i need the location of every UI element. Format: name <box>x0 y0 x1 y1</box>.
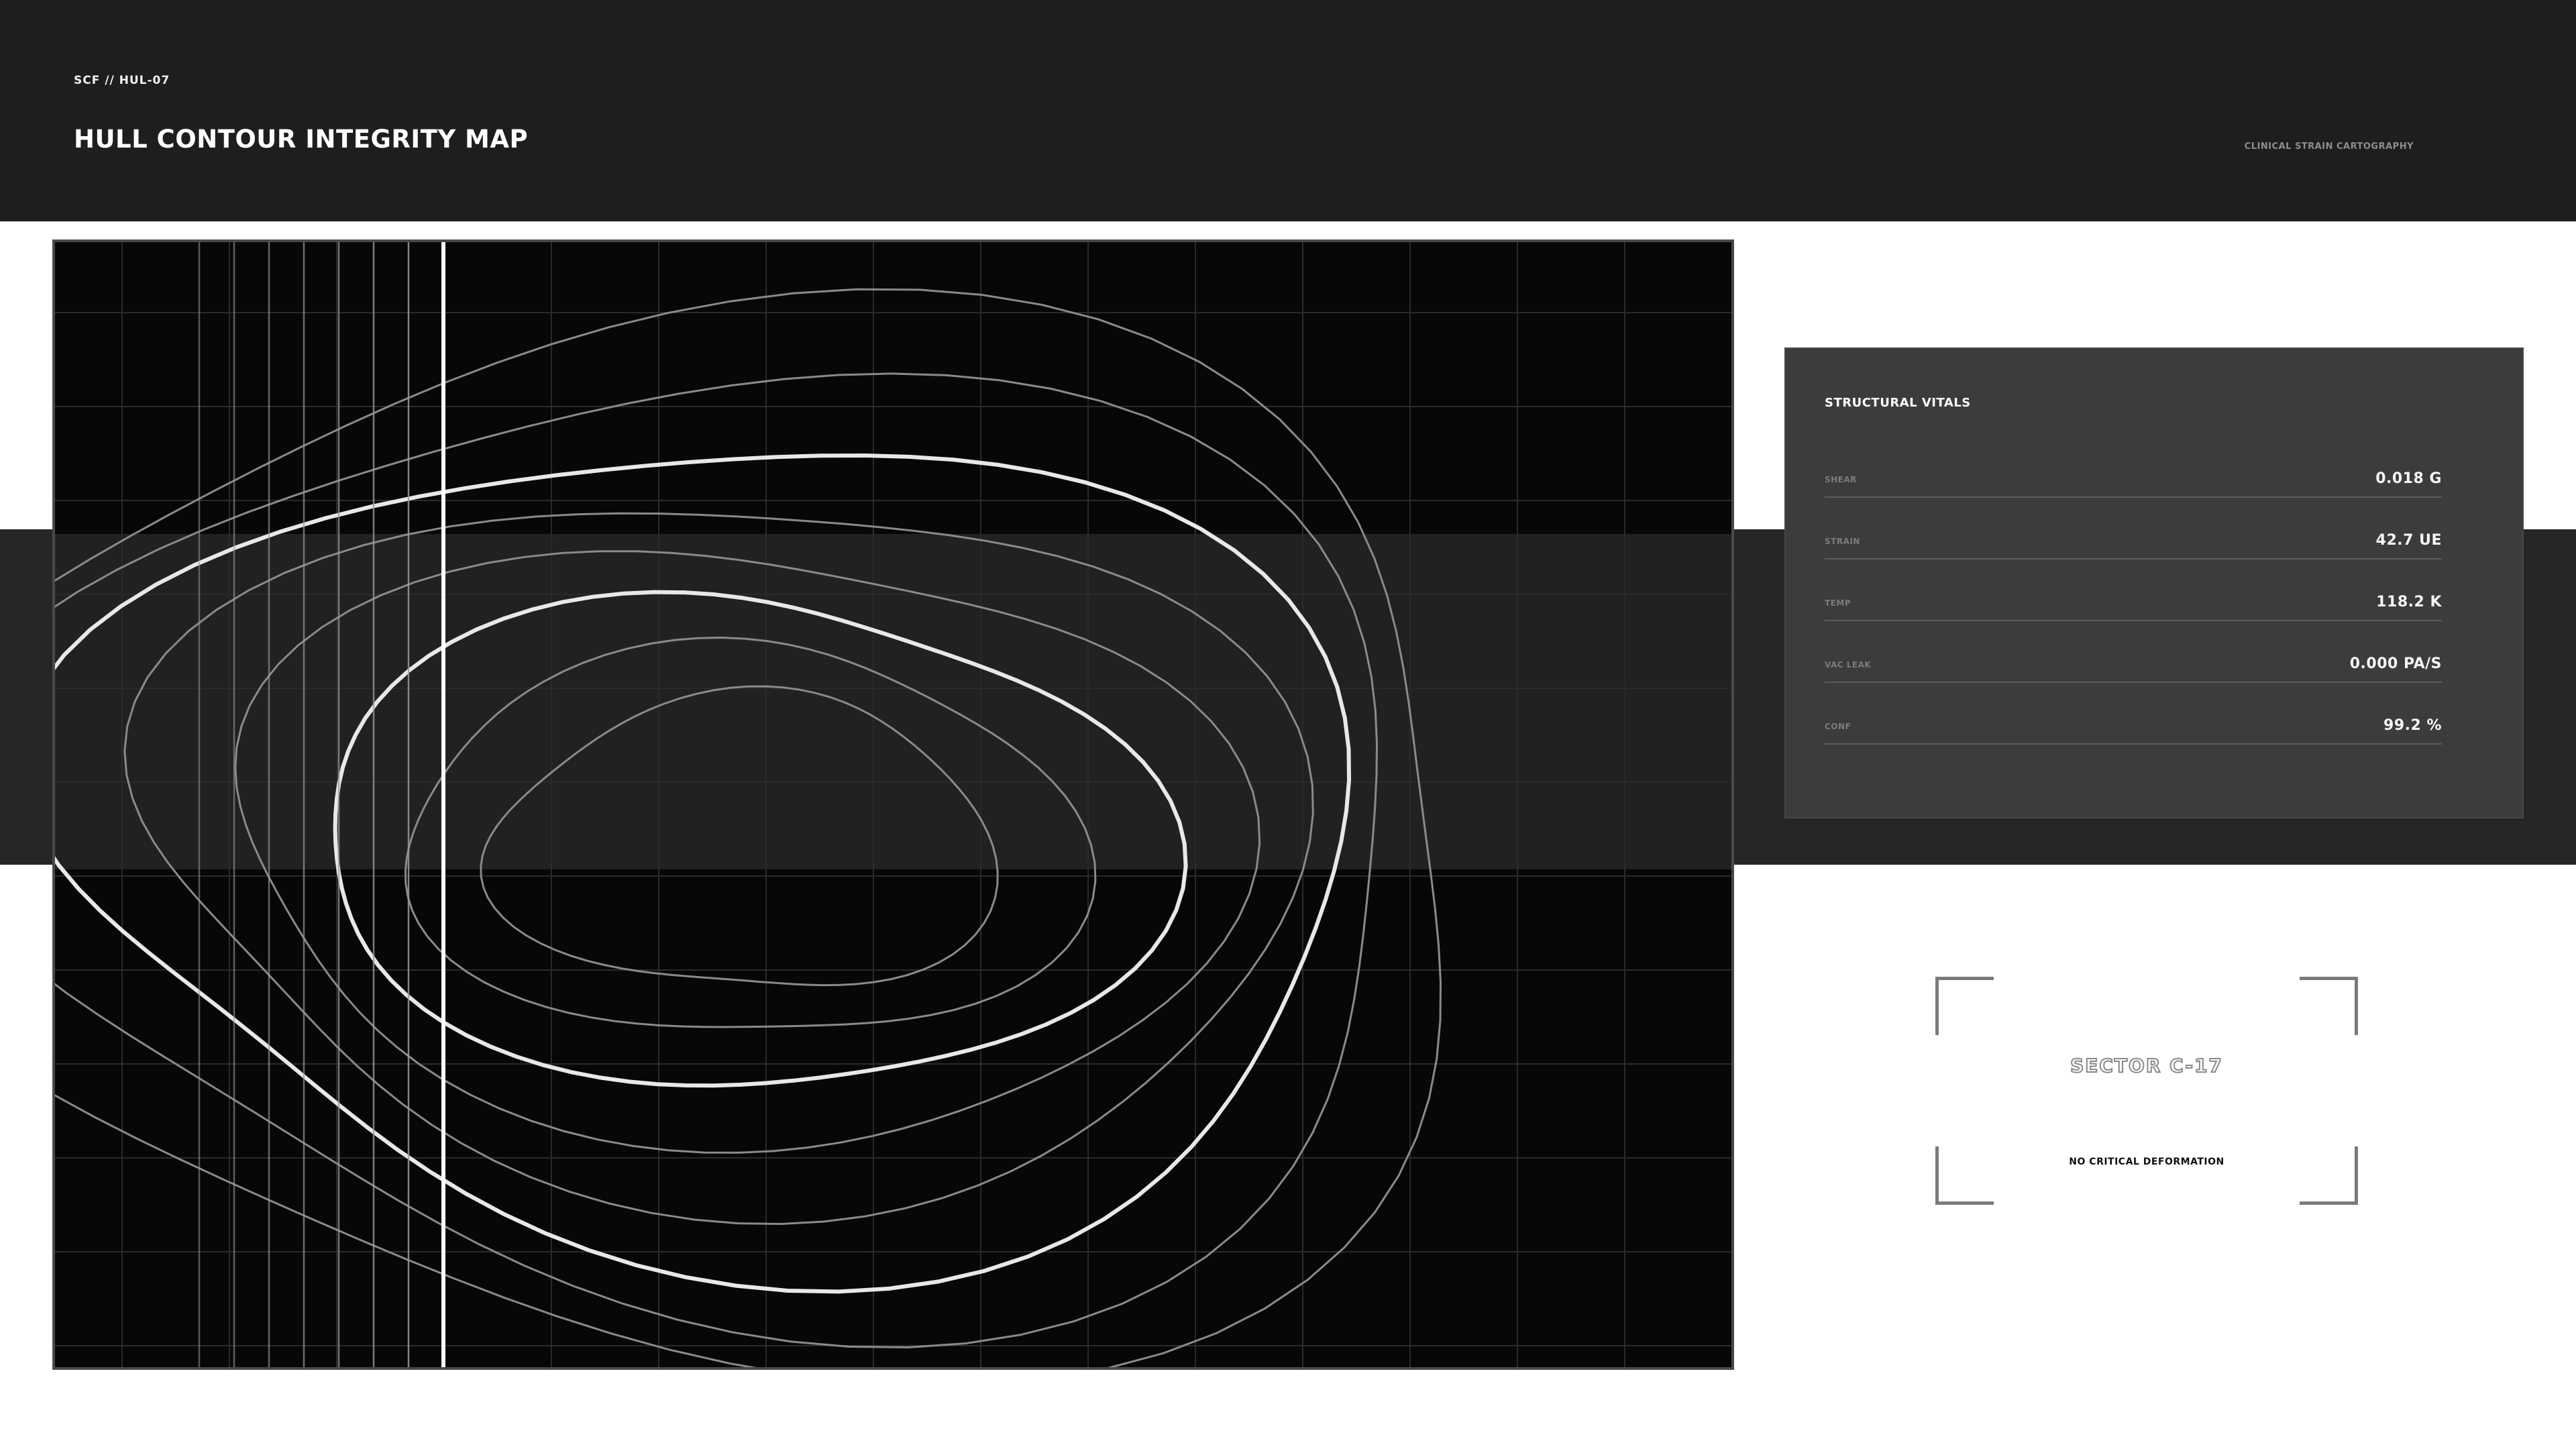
vital-row-strain: STRAIN 42.7 UE <box>1825 527 2442 559</box>
frame-corner-bottom-right <box>2300 1146 2358 1205</box>
vital-value: 99.2 % <box>2383 717 2442 734</box>
vital-row-temp: TEMP 118.2 K <box>1825 589 2442 621</box>
structural-vitals-panel: STRUCTURAL VITALS SHEAR 0.018 G STRAIN 4… <box>1784 347 2524 818</box>
vital-value: 42.7 UE <box>2375 532 2442 549</box>
contour-map[interactable] <box>52 239 1734 1370</box>
header: SCF // HUL-07 HULL CONTOUR INTEGRITY MAP… <box>0 0 2576 221</box>
vital-label: CONF <box>1825 722 1851 731</box>
vital-label: VAC LEAK <box>1825 660 1872 669</box>
vital-row-shear: SHEAR 0.018 G <box>1825 466 2442 498</box>
vital-label: TEMP <box>1825 598 1851 608</box>
vital-label: SHEAR <box>1825 475 1857 484</box>
frame-corner-bottom-left <box>1935 1146 1994 1205</box>
vital-label: STRAIN <box>1825 537 1860 546</box>
sector-name: SECTOR C-17 <box>2070 1054 2223 1077</box>
vital-row-vac-leak: VAC LEAK 0.000 PA/S <box>1825 651 2442 683</box>
page-title: HULL CONTOUR INTEGRITY MAP <box>74 125 529 154</box>
vital-row-conf: CONF 99.2 % <box>1825 712 2442 745</box>
vital-value: 0.018 G <box>2375 470 2442 487</box>
map-highlight-band <box>55 534 1731 869</box>
contour-map-canvas <box>55 242 1731 1367</box>
frame-corner-top-right <box>2300 977 2358 1035</box>
vitals-title: STRUCTURAL VITALS <box>1825 396 1971 410</box>
frame-corner-top-left <box>1935 977 1994 1035</box>
page-subtitle: CLINICAL STRAIN CARTOGRAPHY <box>2244 142 2414 152</box>
sector-status: NO CRITICAL DEFORMATION <box>2069 1157 2224 1167</box>
sector-status-frame: SECTOR C-17 NO CRITICAL DEFORMATION <box>1935 977 2358 1205</box>
document-code: SCF // HUL-07 <box>74 74 170 87</box>
vital-value: 118.2 K <box>2376 594 2442 610</box>
vital-value: 0.000 PA/S <box>2349 655 2442 672</box>
